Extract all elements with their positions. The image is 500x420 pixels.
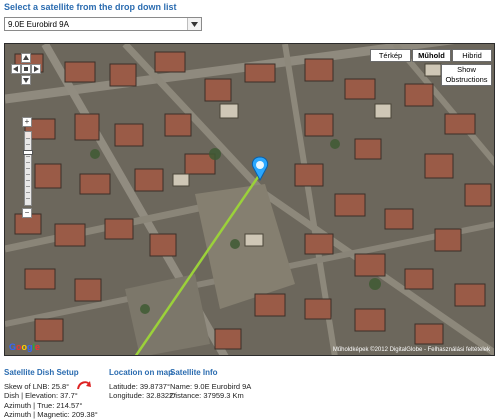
pan-up-icon[interactable]: [21, 53, 31, 63]
zoom-in-icon[interactable]: +: [22, 117, 32, 127]
skew-lnb-value: Skew of LNB: 25.8°: [4, 381, 70, 391]
chevron-down-icon[interactable]: [187, 18, 201, 30]
longitude-value: Longitude: 32.8322°: [109, 391, 177, 401]
dish-setup-heading: Satellite Dish Setup: [4, 368, 79, 377]
map-type-satellite-button[interactable]: Műhold: [412, 49, 451, 62]
location-panel: Location on map Latitude: 39.8737° Longi…: [109, 368, 176, 401]
map-attribution[interactable]: Műholdképek ©2012 DigitalGlobe - Felhasz…: [333, 347, 490, 353]
satellite-info-heading: Satellite Info: [170, 368, 218, 377]
pan-left-icon[interactable]: [11, 64, 21, 74]
satellite-distance-value: Distance: 37959.3 Km: [170, 391, 244, 401]
map-type-hybrid-button[interactable]: Hibrid: [452, 49, 492, 62]
zoom-out-icon[interactable]: −: [22, 208, 32, 218]
location-marker-icon[interactable]: [249, 156, 271, 182]
skew-arrow-icon: [77, 380, 91, 389]
pan-reset-icon[interactable]: [21, 64, 31, 74]
pan-down-icon[interactable]: [21, 75, 31, 85]
location-heading: Location on map: [109, 368, 173, 377]
satellite-dropdown-value: 9.0E Eurobird 9A: [8, 20, 69, 29]
page-prompt: Select a satellite from the drop down li…: [4, 2, 177, 12]
satellite-name-value: Name: 9.0E Eurobird 9A: [170, 381, 252, 391]
dish-elevation-value: Dish | Elevation: 37.7°: [4, 391, 78, 401]
satellite-imagery: [5, 44, 494, 355]
pan-right-icon[interactable]: [31, 64, 41, 74]
dish-setup-panel: Satellite Dish Setup Skew of LNB: 25.8° …: [4, 368, 98, 420]
satellite-map[interactable]: Térkép Műhold Hibrid Show Obstructions +…: [4, 43, 495, 356]
satellite-dropdown[interactable]: 9.0E Eurobird 9A: [4, 17, 202, 31]
azimuth-true-value: Azimuth | True: 214.57°: [4, 400, 83, 410]
google-logo: Google: [9, 342, 41, 352]
zoom-slider[interactable]: [23, 131, 33, 206]
satellite-info-panel: Satellite Info Name: 9.0E Eurobird 9A Di…: [170, 368, 251, 401]
zoom-slider-thumb[interactable]: [23, 150, 33, 155]
show-obstructions-button[interactable]: Show Obstructions: [441, 64, 492, 86]
latitude-value: Latitude: 39.8737°: [109, 381, 170, 391]
map-type-map-button[interactable]: Térkép: [370, 49, 411, 62]
